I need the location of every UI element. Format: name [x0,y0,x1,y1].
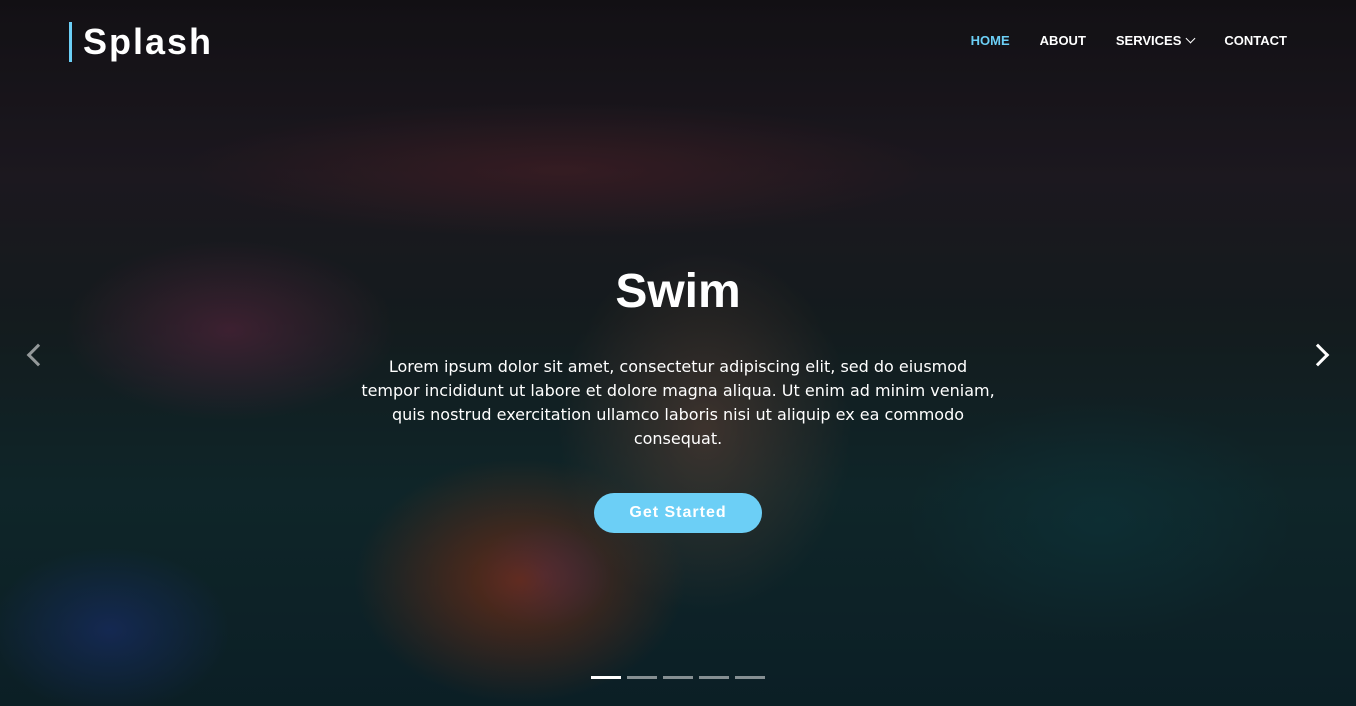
carousel-caption: Swim Lorem ipsum dolor sit amet, consect… [0,262,1356,533]
nav-item-about[interactable]: ABOUT [1040,33,1086,48]
carousel-indicator[interactable] [627,676,657,679]
carousel-next-button[interactable] [1306,340,1332,370]
carousel-indicator[interactable] [699,676,729,679]
carousel-indicator[interactable] [735,676,765,679]
nav-item-label: ABOUT [1039,33,1086,48]
main-nav: HOME ABOUT SERVICES CONTACT [971,33,1287,48]
chevron-down-icon [1185,33,1196,44]
brand-logo[interactable]: Splash [69,22,213,62]
carousel-indicator[interactable] [591,676,621,679]
nav-item-services[interactable]: SERVICES [1115,33,1196,48]
nav-item-label: CONTACT [1224,33,1287,48]
carousel-prev-button[interactable] [24,340,50,370]
carousel-indicators [591,676,765,679]
carousel-indicator[interactable] [663,676,693,679]
slide-description: Lorem ipsum dolor sit amet, consectetur … [361,357,995,448]
chevron-right-icon [1306,343,1330,367]
nav-item-label: SERVICES [1115,33,1182,48]
nav-item-contact[interactable]: CONTACT [1224,33,1287,48]
get-started-button[interactable]: Get Started [594,493,762,533]
chevron-left-icon [26,343,50,367]
hero-carousel: Splash HOME ABOUT SERVICES CONTACT Swim … [0,0,1356,706]
slide-title: Swim [615,265,741,318]
nav-item-home[interactable]: HOME [971,33,1010,48]
nav-item-label: HOME [970,33,1010,48]
